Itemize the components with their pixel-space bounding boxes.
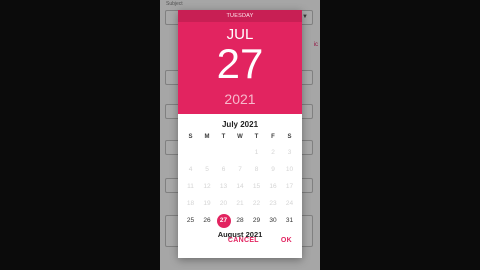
day-cell-20[interactable]: 20 [215,197,232,210]
day-of-week-label: T [221,134,226,140]
day-cell-4[interactable]: 4 [182,163,199,176]
day-cell-10[interactable]: 10 [281,163,298,176]
calendar-month-title: July 2021 [221,120,259,129]
day-cell-13[interactable]: 13 [215,180,232,193]
day-of-week-label: M [204,134,210,140]
day-cell-29[interactable]: 29 [248,214,265,227]
day-of-week-label: W [237,134,243,140]
header-day[interactable]: 27 [178,43,302,85]
day-cell-12[interactable]: 12 [199,180,216,193]
calendar-grid: S M T W T F S 1 2 3 4 5 6 7 8 9 10 11 12 13 14 15 16 17 18 19 20 21… [178,132,302,228]
day-cell-24[interactable]: 24 [281,197,298,210]
day-cell-26[interactable]: 26 [199,214,216,227]
day-cell-22[interactable]: 22 [248,197,265,210]
day-cell-1[interactable]: 1 [248,146,265,159]
ok-button[interactable]: OK [281,237,292,244]
weekday-label: TUESDAY [178,10,302,22]
day-cell-18[interactable]: 18 [182,197,199,210]
header-year[interactable]: 2021 [178,91,302,107]
day-cell-14[interactable]: 14 [232,180,249,193]
empty-day-cell [199,146,216,159]
left-letterbox [0,0,160,270]
day-cell-25[interactable]: 25 [182,214,199,227]
empty-day-cell [182,146,199,159]
day-cell-30[interactable]: 30 [265,214,282,227]
day-cell-17[interactable]: 17 [281,180,298,193]
day-cell-9[interactable]: 9 [265,163,282,176]
day-of-week-label: S [188,134,193,140]
day-of-week-label: F [271,134,275,140]
empty-day-cell [215,146,232,159]
day-of-week-label: S [287,134,292,140]
day-cell-27[interactable]: 27 [215,213,232,228]
day-cell-23[interactable]: 23 [265,197,282,210]
phone-screen: Subject ▼ ic TUESDAY JUL 27 2021 July 20… [160,0,320,270]
cancel-button[interactable]: CANCEL [228,237,259,244]
day-cell-21[interactable]: 21 [232,197,249,210]
day-cell-3[interactable]: 3 [281,146,298,159]
day-cell-15[interactable]: 15 [248,180,265,193]
day-cell-31[interactable]: 31 [281,214,298,227]
right-letterbox [320,0,480,270]
day-cell-7[interactable]: 7 [232,163,249,176]
day-cell-2[interactable]: 2 [265,146,282,159]
dialog-actions: CANCEL OK [228,237,292,244]
day-cell-8[interactable]: 8 [248,163,265,176]
date-header: TUESDAY JUL 27 2021 [178,10,302,114]
day-cell-11[interactable]: 11 [182,180,199,193]
day-cell-19[interactable]: 19 [199,197,216,210]
day-of-week-label: T [254,134,259,140]
empty-day-cell [232,146,249,159]
day-cell-6[interactable]: 6 [215,163,232,176]
day-cell-28[interactable]: 28 [232,214,249,227]
day-cell-16[interactable]: 16 [265,180,282,193]
date-picker-dialog: TUESDAY JUL 27 2021 July 2021 SMTWTFS123… [178,10,302,258]
day-cell-5[interactable]: 5 [199,163,216,176]
